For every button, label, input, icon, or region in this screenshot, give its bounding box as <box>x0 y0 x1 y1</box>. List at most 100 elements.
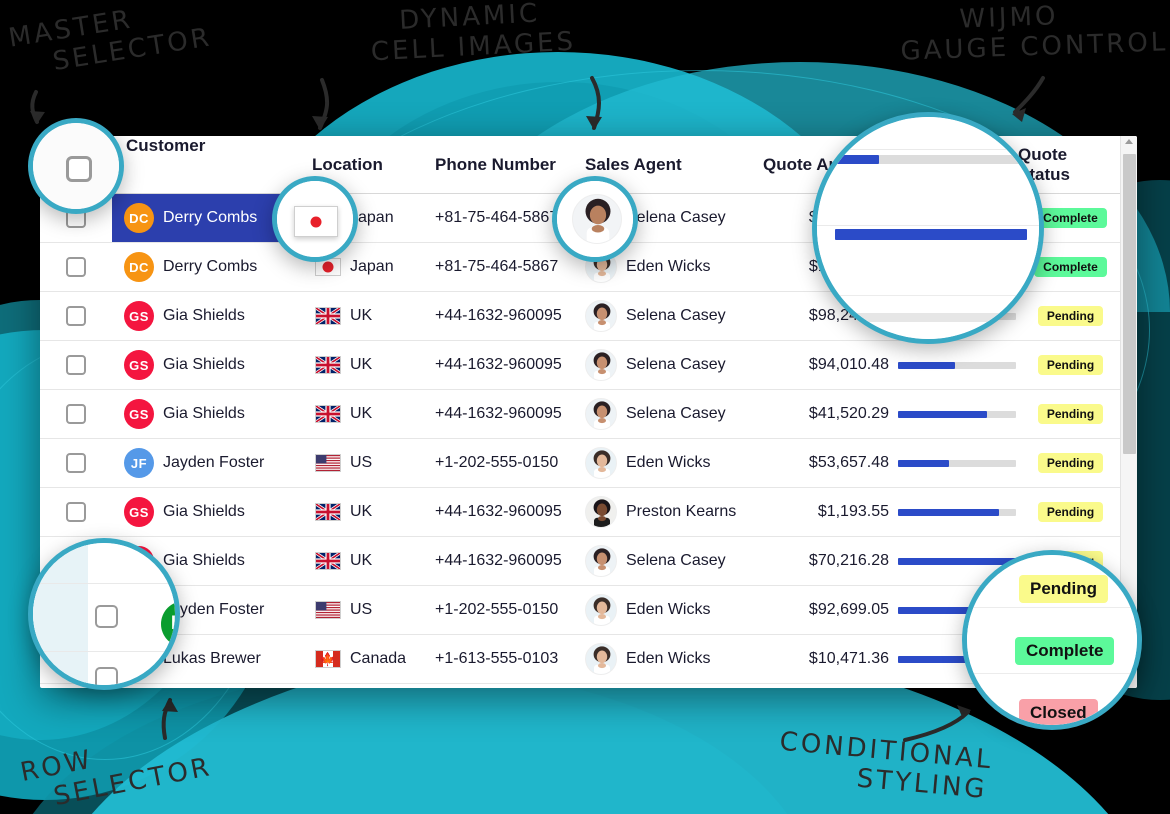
table-row[interactable]: JF Jayden Foster US +1-202-555-0150 Eden Wic… <box>40 439 1137 488</box>
cell-quote-status[interactable]: Pending <box>1018 453 1123 473</box>
customer-initials-avatar: DC <box>124 252 154 282</box>
cell-quote-amount[interactable]: $1,193.55 <box>763 503 898 521</box>
magnified-gauge-row-2 <box>835 229 1027 240</box>
selected-cell-highlight[interactable]: DC Derry Combs <box>112 194 295 242</box>
customer-initials-avatar: GS <box>124 399 154 429</box>
status-badge: Pending <box>1037 404 1104 424</box>
row-selector-checkbox[interactable] <box>66 306 86 326</box>
cell-customer[interactable]: JF Jayden Foster <box>112 439 307 487</box>
location-name: UK <box>350 356 373 373</box>
cell-sales-agent[interactable]: Eden Wicks <box>585 643 763 675</box>
customer-initials-avatar: GS <box>124 301 154 331</box>
cell-sales-agent[interactable]: Preston Kearns <box>585 496 763 528</box>
cell-quote-amount[interactable]: $53,657.48 <box>763 454 898 472</box>
scrollbar-thumb[interactable] <box>1123 154 1136 454</box>
cell-sales-agent[interactable]: Selena Casey <box>585 349 763 381</box>
row-selector-checkbox[interactable] <box>66 355 86 375</box>
cell-phone-number[interactable]: +1-202-555-0150 <box>435 454 585 472</box>
cell-location[interactable]: Japan <box>307 258 435 276</box>
sales-agent-name: Preston Kearns <box>626 503 737 520</box>
cell-quote-amount[interactable]: $94,010.48 <box>763 356 898 374</box>
cell-sales-agent[interactable]: Selena Casey <box>585 398 763 430</box>
customer-name: Gia Shields <box>163 552 245 569</box>
cell-location[interactable]: US <box>307 454 435 472</box>
row-selector-checkbox[interactable] <box>66 453 86 473</box>
column-header-phone-number[interactable]: Phone Number <box>435 155 585 175</box>
cell-quote-amount[interactable]: $10,471.36 <box>763 650 898 668</box>
row-select-cell[interactable] <box>40 453 112 473</box>
cell-sales-agent[interactable]: Selena Casey <box>585 545 763 577</box>
cell-phone-number[interactable]: +81-75-464-5867 <box>435 258 585 276</box>
cell-quote-status[interactable]: Pending <box>1018 502 1123 522</box>
table-row[interactable]: GS Gia Shields UK +44-1632-960095 Selena Cas… <box>40 390 1137 439</box>
cell-phone-number[interactable]: +44-1632-960095 <box>435 307 585 325</box>
sales-agent-avatar-photo <box>585 349 617 381</box>
cell-location[interactable]: UK <box>307 503 435 521</box>
cell-quote-gauge[interactable] <box>898 459 1018 467</box>
row-selector-checkbox[interactable] <box>66 404 86 424</box>
cell-customer[interactable]: GS Gia Shields <box>112 390 307 438</box>
location-name: US <box>350 454 373 471</box>
cell-quote-gauge[interactable] <box>898 410 1018 418</box>
sales-agent-avatar-photo <box>585 545 617 577</box>
row-select-cell[interactable] <box>40 355 112 375</box>
cell-sales-agent[interactable]: Eden Wicks <box>585 594 763 626</box>
row-selector-checkbox[interactable] <box>66 502 86 522</box>
cell-phone-number[interactable]: +44-1632-960095 <box>435 503 585 521</box>
row-selector-checkbox[interactable] <box>66 257 86 277</box>
column-header-location[interactable]: Location <box>307 155 435 175</box>
column-header-sales-agent[interactable]: Sales Agent <box>585 155 763 175</box>
cell-phone-number[interactable]: +44-1632-960095 <box>435 405 585 423</box>
cell-location[interactable]: UK <box>307 552 435 570</box>
cell-sales-agent[interactable]: Selena Casey <box>585 300 763 332</box>
row-select-cell[interactable] <box>40 502 112 522</box>
cell-customer[interactable]: GS Gia Shields <box>112 488 307 536</box>
cell-phone-number[interactable]: +1-202-555-0150 <box>435 601 585 619</box>
cell-quote-gauge[interactable] <box>898 361 1018 369</box>
sales-agent-name: Selena Casey <box>626 209 726 226</box>
sales-agent-avatar-photo <box>585 594 617 626</box>
cell-quote-amount[interactable]: $41,520.29 <box>763 405 898 423</box>
cell-location[interactable]: US <box>307 601 435 619</box>
cell-quote-gauge[interactable] <box>898 508 1018 516</box>
cell-location[interactable]: UK <box>307 405 435 423</box>
cell-quote-status[interactable]: Pending <box>1018 355 1123 375</box>
row-select-cell[interactable] <box>40 257 112 277</box>
master-selector-magnifier <box>28 118 124 214</box>
cell-location[interactable]: UK <box>307 356 435 374</box>
customer-initials-avatar: GS <box>124 350 154 380</box>
magnified-gauge-row-1 <box>835 155 1027 164</box>
magnified-master-checkbox[interactable] <box>66 156 92 182</box>
row-selector-magnifier: LB <box>28 538 180 690</box>
table-row[interactable]: GS Gia Shields UK +44-1632-960095 Selena Cas… <box>40 341 1137 390</box>
sales-agent-name: Eden Wicks <box>626 650 711 667</box>
cell-location[interactable]: UK <box>307 307 435 325</box>
cell-customer[interactable]: GS Gia Shields <box>112 292 307 340</box>
table-row[interactable]: GS Gia Shields UK +44-1632-960095 Preston Ke… <box>40 488 1137 537</box>
row-select-cell[interactable] <box>40 404 112 424</box>
cell-phone-number[interactable]: +44-1632-960095 <box>435 356 585 374</box>
cell-sales-agent[interactable]: Eden Wicks <box>585 447 763 479</box>
location-name: UK <box>350 405 373 422</box>
magnified-badge-complete: Complete <box>1015 637 1115 665</box>
cell-customer[interactable]: GS Gia Shields <box>112 341 307 389</box>
cell-location[interactable]: 🍁 Canada <box>307 650 435 668</box>
location-name: UK <box>350 503 373 520</box>
scroll-up-arrow-icon[interactable] <box>1125 139 1133 144</box>
location-name: UK <box>350 307 373 324</box>
magnified-row-checkbox-2[interactable] <box>95 667 118 685</box>
screenshot-root: MASTER SELECTOR DYNAMIC CELL IMAGES WIJM… <box>0 0 1170 814</box>
cell-quote-amount[interactable]: $70,216.28 <box>763 552 898 570</box>
flag-uk-icon <box>315 405 341 423</box>
row-select-cell[interactable] <box>40 306 112 326</box>
cell-quote-status[interactable]: Pending <box>1018 404 1123 424</box>
sales-agent-avatar-photo <box>585 496 617 528</box>
location-name: Japan <box>350 258 394 275</box>
magnified-row-checkbox-1[interactable] <box>95 605 118 628</box>
sales-agent-name: Eden Wicks <box>626 258 711 275</box>
annotation-dynamic-cell-images: DYNAMIC CELL IMAGES <box>369 0 577 67</box>
location-name: UK <box>350 552 373 569</box>
cell-phone-number[interactable]: +1-613-555-0103 <box>435 650 585 668</box>
cell-quote-amount[interactable]: $92,699.05 <box>763 601 898 619</box>
cell-phone-number[interactable]: +44-1632-960095 <box>435 552 585 570</box>
